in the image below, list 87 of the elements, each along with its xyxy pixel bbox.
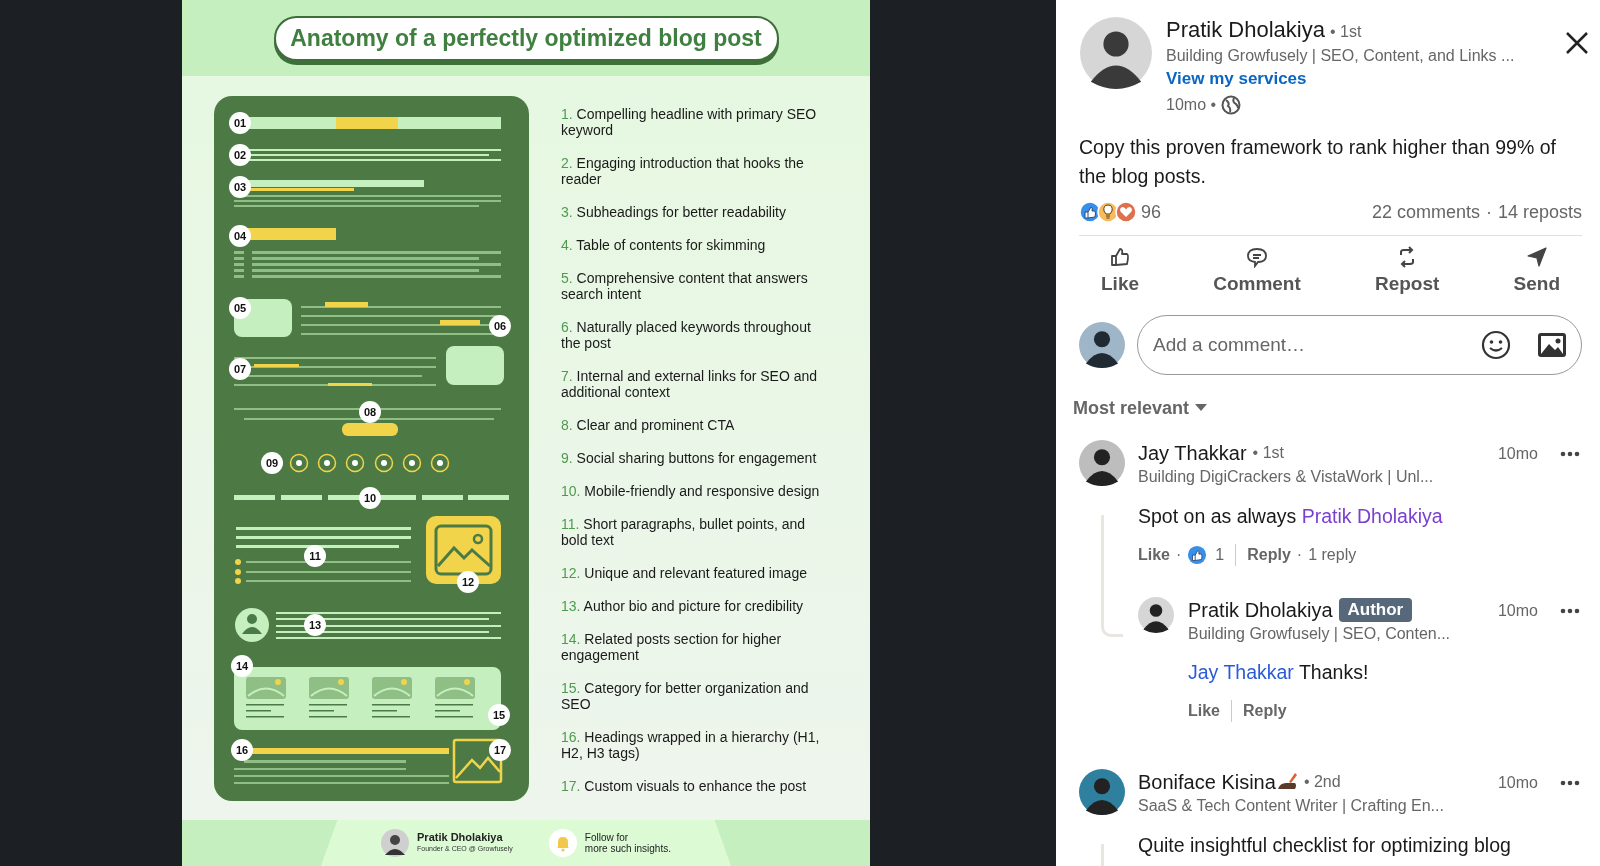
send-button[interactable]: Send (1501, 244, 1572, 301)
checklist-item: 2. Engaging introduction that hooks the reader (561, 155, 805, 187)
checklist-item: 9. Social sharing buttons for engagement (561, 450, 818, 466)
checklist-item: 17. Custom visuals to enhance the post (561, 778, 808, 794)
author-headline: Building Growfusely | SEO, Content, and Links ... (1166, 46, 1515, 66)
connection-degree: • 1st (1329, 22, 1362, 42)
checklist-item: 12. Unique and relevant featured image (561, 565, 808, 581)
comment-button[interactable]: Comment (1201, 244, 1313, 301)
reposts-count[interactable]: 14 reposts (1497, 198, 1582, 226)
close-icon (1565, 31, 1589, 55)
separator-dot: · (1485, 200, 1492, 224)
caret-icon (1195, 404, 1208, 412)
comment-text: Spot on as always Pratik Dholakiya (1138, 503, 1444, 529)
like-icon (1109, 246, 1131, 268)
send-icon (1525, 246, 1548, 268)
comment-text: Quite insightful checklist for optimizing blog (1138, 832, 1512, 858)
like-link[interactable]: Like (1188, 698, 1220, 723)
follow-text: Follow for (584, 832, 630, 843)
like-reaction-icon (1079, 201, 1101, 223)
more-icon (1560, 450, 1580, 457)
close-button[interactable] (1564, 30, 1590, 56)
comment-input[interactable]: Add a comment… (1137, 314, 1582, 375)
reply-link[interactable]: Reply (1243, 698, 1287, 723)
commenter-name[interactable]: Boniface Kisina (1138, 768, 1276, 795)
author-name[interactable]: Pratik Dholakiya (1166, 17, 1325, 43)
like-link[interactable]: Like (1138, 542, 1170, 567)
avatar[interactable] (1079, 768, 1125, 815)
separator-dot: · (1296, 544, 1303, 565)
commenter-headline: SaaS & Tech Content Writer | Crafting En... (1138, 795, 1445, 816)
comments-count[interactable]: 22 comments (1371, 198, 1480, 226)
footer-author-name: Pratik Dholakiya (417, 832, 504, 843)
sort-dropdown[interactable]: Most relevant (1073, 394, 1208, 422)
checklist-item: 8. Clear and prominent CTA (561, 417, 736, 433)
checklist-item: 6. Naturally placed keywords throughout the post (561, 319, 812, 351)
follow-text: more such insights. (584, 843, 671, 854)
commenter-name[interactable]: Jay Thakkar (1138, 439, 1247, 466)
blog-layout-diagram: 01 02 03 04 05 06 07 08 09 10 11 12 13 14 15 16 17 (214, 96, 529, 801)
bell-icon (548, 829, 577, 857)
mention-link[interactable]: Jay Thakkar (1188, 660, 1294, 683)
checklist-item: 1. Compelling headline with primary SEO keyword (561, 106, 818, 138)
more-icon (1560, 607, 1580, 614)
repost-button[interactable]: Repost (1362, 244, 1452, 301)
avatar[interactable] (1079, 439, 1125, 486)
checklist-item: 4. Table of contents for skimming (561, 237, 767, 253)
reaction-count[interactable]: 96 (1141, 198, 1162, 226)
replies-link[interactable]: 1 reply (1308, 542, 1357, 567)
post-time: 10mo • (1166, 95, 1217, 115)
connection-degree: • 1st (1252, 442, 1284, 463)
checklist-item: 11. Short paragraphs, bullet points, and bold text (561, 516, 807, 548)
commenter-headline: Building DigiCrackers & VistaWork | Unl... (1138, 466, 1435, 487)
author-badge: Author (1338, 597, 1413, 622)
lightbulb-reaction-icon (1097, 201, 1119, 223)
checklist-item: 15. Category for better organization and SEO (561, 680, 810, 712)
separator-dot: · (1176, 544, 1182, 565)
reply-link[interactable]: Reply (1247, 542, 1291, 567)
services-link[interactable]: View my services (1166, 67, 1515, 91)
checklist-item: 10. Mobile-friendly and responsive design (561, 483, 821, 499)
like-count: 1 (1215, 544, 1225, 565)
heart-reaction-icon (1115, 201, 1137, 223)
checklist-item: 14. Related posts section for higher engagement (561, 631, 783, 663)
checklist-item: 13. Author bio and picture for credibility (561, 598, 805, 614)
commenter-name[interactable]: Pratik Dholakiya (1188, 596, 1333, 623)
comment-time: 10mo (1497, 772, 1538, 793)
thread-line (1101, 843, 1104, 866)
like-button[interactable]: Like (1089, 244, 1152, 301)
connection-degree: • 2nd (1303, 771, 1341, 792)
comment-icon (1246, 246, 1268, 268)
avatar[interactable] (1138, 596, 1174, 633)
post-text: Copy this proven framework to rank higher than 99% of the blog posts. (1079, 135, 1557, 189)
more-icon (1560, 779, 1580, 786)
comment-time: 10mo (1497, 600, 1538, 621)
smiley-icon (1481, 329, 1511, 360)
avatar[interactable] (1080, 17, 1152, 89)
checklist-item: 3. Subheadings for better readability (561, 204, 787, 220)
avatar (381, 829, 409, 857)
mention-link[interactable]: Pratik Dholakiya (1301, 504, 1443, 527)
checklist-item: 7. Internal and external links for SEO and additional context (561, 368, 819, 400)
checklist-item: 5. Comprehensive content that answers search intent (561, 270, 809, 302)
like-reaction-icon (1187, 544, 1208, 565)
globe-icon (1221, 95, 1242, 115)
emoji-button[interactable] (1480, 328, 1512, 361)
comment-time: 10mo (1497, 443, 1538, 464)
checklist-item: 16. Headings wrapped in a hierarchy (H1, H2, H3 tags) (561, 729, 821, 761)
commenter-headline: Building Growfusely | SEO, Conten... (1188, 623, 1452, 644)
comment-text: Jay Thakkar Thanks! (1188, 659, 1370, 685)
avatar[interactable] (1079, 321, 1125, 368)
image-icon (1537, 331, 1567, 358)
